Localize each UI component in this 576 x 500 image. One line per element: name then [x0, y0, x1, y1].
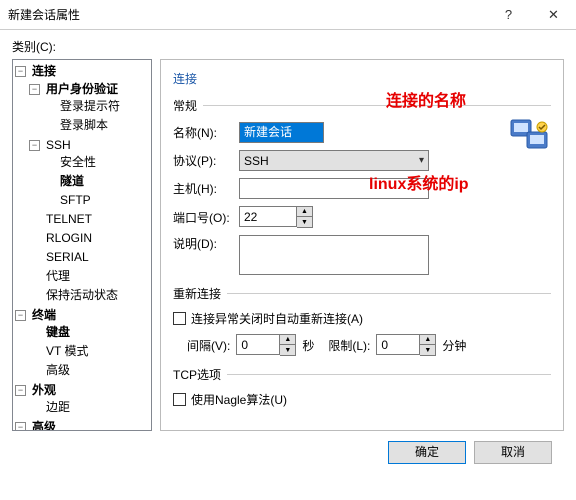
protocol-label: 协议(P): [173, 152, 233, 169]
collapse-icon[interactable]: − [15, 66, 26, 77]
tree-terminal[interactable]: 终端 [30, 307, 58, 324]
collapse-icon[interactable]: − [15, 385, 26, 396]
tree-security[interactable]: 安全性 [58, 154, 98, 171]
connection-icon [509, 116, 551, 154]
tree-sftp[interactable]: SFTP [58, 192, 93, 209]
tree-advanced2[interactable]: 高级 [30, 419, 58, 431]
tree-vtmode[interactable]: VT 模式 [44, 343, 90, 360]
spin-down-icon[interactable]: ▼ [297, 217, 312, 227]
spin-up-icon[interactable]: ▲ [297, 207, 312, 217]
chevron-down-icon: ▾ [419, 155, 424, 166]
tree-keepalive[interactable]: 保持活动状态 [44, 287, 120, 304]
group-general: 常规 [173, 97, 197, 114]
panel-title: 连接 [173, 70, 551, 87]
limit-spinner[interactable]: ▲▼ [376, 334, 436, 356]
tree-advanced[interactable]: 高级 [44, 362, 72, 379]
collapse-icon[interactable]: − [15, 310, 26, 321]
port-input[interactable] [239, 206, 297, 227]
tree-connect[interactable]: 连接 [30, 63, 58, 80]
annotation-name: 连接的名称 [386, 87, 466, 111]
group-reconnect: 重新连接 [173, 285, 221, 302]
protocol-select[interactable]: SSH▾ [239, 150, 429, 171]
limit-label: 限制(L): [328, 337, 370, 354]
title-bar: 新建会话属性 ? ✕ [0, 0, 576, 30]
port-label: 端口号(O): [173, 209, 233, 226]
tree-rlogin[interactable]: RLOGIN [44, 230, 94, 247]
tree-serial[interactable]: SERIAL [44, 249, 91, 266]
tree-ssh[interactable]: SSH [44, 137, 73, 154]
nagle-checkbox[interactable]: 使用Nagle算法(U) [173, 391, 287, 408]
settings-panel: 连接 常规 名称(N): 新建会话 协议(P): SSH▾ 主机(H): [160, 59, 564, 431]
auto-reconnect-checkbox[interactable]: 连接异常关闭时自动重新连接(A) [173, 310, 363, 327]
host-label: 主机(H): [173, 180, 233, 197]
category-tree[interactable]: −连接 −用户身份验证 登录提示符 登录脚本 −SSH 安全性 [12, 59, 152, 431]
group-tcp: TCP选项 [173, 366, 221, 383]
minutes-label: 分钟 [442, 337, 466, 354]
desc-label: 说明(D): [173, 235, 233, 252]
description-input[interactable] [239, 235, 429, 275]
tree-tunnel[interactable]: 隧道 [58, 173, 86, 190]
ok-button[interactable]: 确定 [388, 441, 466, 464]
tree-script[interactable]: 登录脚本 [58, 117, 110, 134]
collapse-icon[interactable]: − [15, 422, 26, 431]
interval-spinner[interactable]: ▲▼ [236, 334, 296, 356]
collapse-icon[interactable]: − [29, 140, 40, 151]
tree-telnet[interactable]: TELNET [44, 211, 94, 228]
tree-appearance[interactable]: 外观 [30, 382, 58, 399]
tree-keyboard[interactable]: 键盘 [44, 324, 72, 341]
tree-auth[interactable]: 用户身份验证 [44, 81, 120, 98]
annotation-host: linux系统的ip [369, 170, 469, 194]
cancel-button[interactable]: 取消 [474, 441, 552, 464]
seconds-label: 秒 [302, 337, 314, 354]
interval-label: 间隔(V): [187, 337, 230, 354]
tree-prompt[interactable]: 登录提示符 [58, 98, 122, 115]
close-button[interactable]: ✕ [531, 0, 576, 29]
tree-margin[interactable]: 边距 [44, 399, 72, 416]
collapse-icon[interactable]: − [29, 84, 40, 95]
category-label: 类别(C): [12, 38, 564, 55]
window-title: 新建会话属性 [8, 6, 486, 23]
tree-proxy[interactable]: 代理 [44, 268, 72, 285]
help-button[interactable]: ? [486, 0, 531, 29]
port-spinner[interactable]: ▲▼ [239, 206, 313, 228]
name-label: 名称(N): [173, 124, 233, 141]
name-input[interactable]: 新建会话 [239, 122, 324, 143]
